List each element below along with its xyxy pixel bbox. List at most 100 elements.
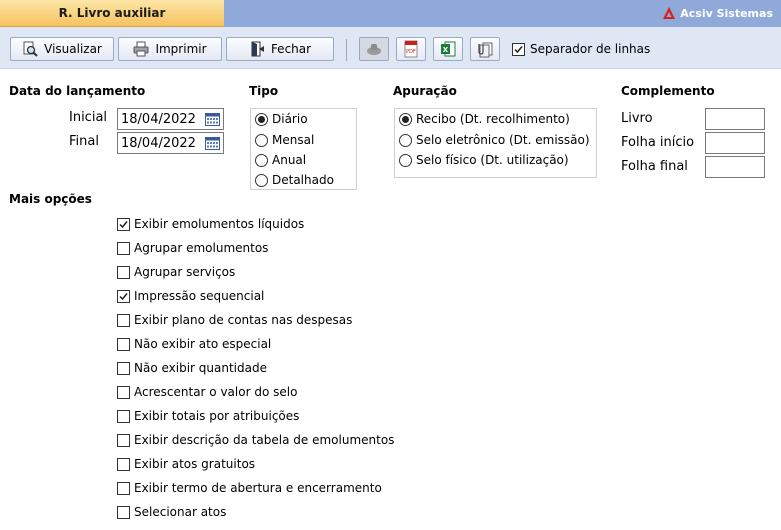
data-final-value: 18/04/2022	[121, 135, 196, 151]
magnifier-document-icon	[23, 41, 38, 57]
radio-button[interactable]	[399, 112, 412, 126]
folha-inicio-label: Folha início	[621, 135, 695, 150]
checkbox-box[interactable]	[117, 385, 130, 399]
mais-opcoes-label: Exibir totais por atribuições	[134, 409, 300, 423]
imprimir-label: Imprimir	[155, 42, 207, 56]
printer-icon	[133, 41, 149, 57]
data-final-input[interactable]: 18/04/2022	[117, 132, 224, 154]
export-pdf-button[interactable]: PDF	[396, 37, 426, 61]
toolbar: Visualizar Imprimir Fechar PDF X Separad…	[0, 27, 781, 69]
radio-button[interactable]	[255, 153, 268, 167]
mais-opcoes-label: Acrescentar o valor do selo	[134, 385, 298, 399]
mais-opcoes-label: Agrupar serviços	[134, 265, 236, 279]
stamp-button[interactable]	[359, 37, 389, 61]
tipo-option-anual[interactable]: Anual	[255, 153, 306, 167]
checkbox-box[interactable]	[117, 505, 130, 519]
checkmark-icon	[514, 45, 523, 53]
separador-linhas-checkbox[interactable]: Separador de linhas	[512, 42, 650, 56]
apuracao-option-label: Selo eletrônico (Dt. emissão)	[416, 133, 590, 147]
mais-opcoes-label: Selecionar atos	[134, 505, 227, 519]
checkbox-box[interactable]	[117, 433, 130, 447]
tipo-option-label: Mensal	[272, 133, 315, 147]
mais-opcoes-label: Agrupar emolumentos	[134, 241, 269, 255]
tipo-option-label: Anual	[272, 153, 307, 167]
stamp-icon	[367, 44, 381, 55]
apuracao-option-label: Selo físico (Dt. utilização)	[416, 153, 569, 167]
attach-button[interactable]	[470, 37, 500, 61]
folha-final-label: Folha final	[621, 159, 688, 174]
fechar-label: Fechar	[270, 42, 312, 56]
data-lancamento-heading: Data do lançamento	[9, 84, 146, 98]
mais-opcoes-label: Exibir emolumentos líquidos	[134, 217, 305, 231]
tipo-option-diario[interactable]: Diário	[255, 112, 308, 126]
checkbox-box[interactable]	[117, 313, 130, 327]
visualizar-label: Visualizar	[44, 42, 102, 56]
checkmark-icon	[119, 220, 128, 228]
excel-icon: X	[441, 41, 456, 57]
radio-button[interactable]	[255, 112, 268, 126]
checkmark-icon	[119, 292, 128, 300]
checkbox-box[interactable]	[117, 481, 130, 495]
mais-opcoes-checkbox[interactable]: Exibir atos gratuitos	[117, 457, 255, 471]
acsiv-logo-icon	[663, 7, 676, 19]
mais-opcoes-checkbox[interactable]: Exibir plano de contas nas despesas	[117, 313, 352, 327]
export-excel-button[interactable]: X	[433, 37, 463, 61]
mais-opcoes-checkbox[interactable]: Exibir emolumentos líquidos	[117, 217, 304, 231]
mais-opcoes-checkbox[interactable]: Agrupar serviços	[117, 265, 235, 279]
mais-opcoes-checkbox[interactable]: Exibir termo de abertura e encerramento	[117, 481, 382, 495]
svg-text:X: X	[443, 46, 449, 54]
final-label: Final	[69, 134, 99, 149]
title-bar: R. Livro auxiliar Acsiv Sistemas	[0, 0, 781, 27]
visualizar-button[interactable]: Visualizar	[10, 37, 114, 61]
exit-door-icon	[251, 41, 264, 57]
mais-opcoes-label: Exibir descrição da tabela de emolumento…	[134, 433, 395, 447]
checkbox-box[interactable]	[117, 289, 130, 303]
folha-inicio-input[interactable]	[705, 132, 765, 154]
mais-opcoes-checkbox[interactable]: Impressão sequencial	[117, 289, 264, 303]
tipo-option-detalhado[interactable]: Detalhado	[255, 173, 334, 187]
checkbox-box[interactable]	[117, 217, 130, 231]
radio-button[interactable]	[255, 133, 268, 147]
fechar-button[interactable]: Fechar	[226, 37, 334, 61]
svg-text:PDF: PDF	[406, 49, 416, 55]
mais-opcoes-checkbox[interactable]: Exibir totais por atribuições	[117, 409, 299, 423]
folha-final-input[interactable]	[705, 156, 765, 178]
complemento-heading: Complemento	[621, 84, 715, 98]
mais-opcoes-label: Impressão sequencial	[134, 289, 265, 303]
apuracao-option-selo-fisico[interactable]: Selo físico (Dt. utilização)	[399, 153, 569, 167]
apuracao-option-recibo[interactable]: Recibo (Dt. recolhimento)	[399, 112, 570, 126]
apuracao-option-label: Recibo (Dt. recolhimento)	[416, 112, 570, 126]
mais-opcoes-checkbox[interactable]: Não exibir ato especial	[117, 337, 271, 351]
window-title: R. Livro auxiliar	[0, 0, 224, 27]
data-inicial-input[interactable]: 18/04/2022	[117, 108, 224, 130]
checkbox-box[interactable]	[117, 361, 130, 375]
mais-opcoes-label: Não exibir quantidade	[134, 361, 267, 375]
checkbox-box[interactable]	[117, 241, 130, 255]
calendar-icon[interactable]	[205, 136, 220, 150]
checkbox-box[interactable]	[117, 337, 130, 351]
tipo-heading: Tipo	[249, 84, 279, 98]
checkbox-box[interactable]	[117, 457, 130, 471]
radio-button[interactable]	[399, 153, 412, 167]
tipo-option-label: Diário	[272, 112, 308, 126]
mais-opcoes-heading: Mais opções	[9, 192, 92, 206]
radio-button[interactable]	[255, 173, 268, 187]
mais-opcoes-label: Não exibir ato especial	[134, 337, 272, 351]
checkbox-box[interactable]	[512, 42, 525, 56]
checkbox-box[interactable]	[117, 409, 130, 423]
mais-opcoes-checkbox[interactable]: Selecionar atos	[117, 505, 226, 519]
imprimir-button[interactable]: Imprimir	[118, 37, 222, 61]
calendar-icon[interactable]	[205, 112, 220, 126]
radio-button[interactable]	[399, 133, 412, 147]
checkbox-box[interactable]	[117, 265, 130, 279]
mais-opcoes-label: Exibir plano de contas nas despesas	[134, 313, 353, 327]
livro-input[interactable]	[705, 108, 765, 130]
mais-opcoes-checkbox[interactable]: Exibir descrição da tabela de emolumento…	[117, 433, 394, 447]
inicial-label: Inicial	[69, 110, 108, 125]
apuracao-option-selo-eletronico[interactable]: Selo eletrônico (Dt. emissão)	[399, 133, 590, 147]
mais-opcoes-checkbox[interactable]: Agrupar emolumentos	[117, 241, 268, 255]
apuracao-heading: Apuração	[393, 84, 457, 98]
mais-opcoes-checkbox[interactable]: Não exibir quantidade	[117, 361, 267, 375]
tipo-option-mensal[interactable]: Mensal	[255, 133, 314, 147]
mais-opcoes-checkbox[interactable]: Acrescentar o valor do selo	[117, 385, 297, 399]
